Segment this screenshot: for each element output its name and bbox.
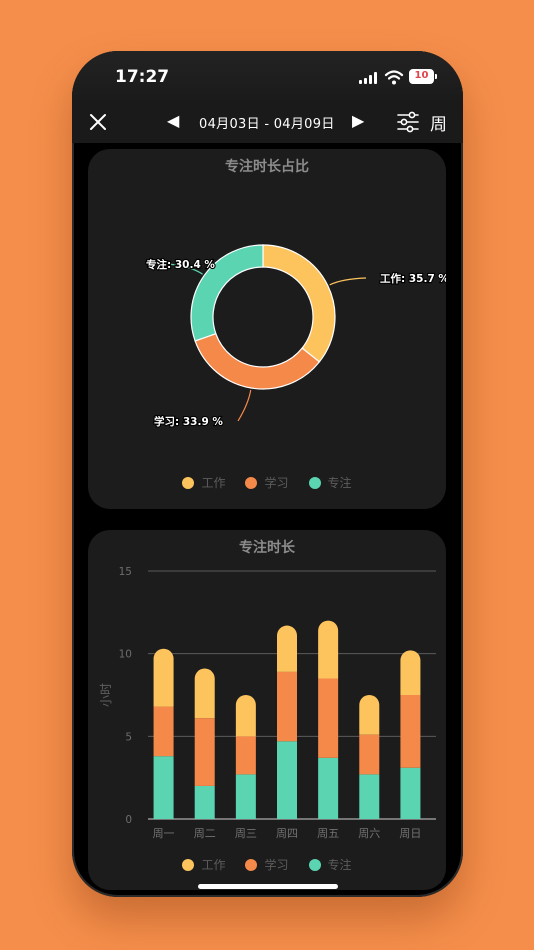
bar-seg-0-1[interactable]	[153, 706, 174, 757]
donut-leader-1	[237, 389, 252, 422]
legend-label-work: 工作	[201, 476, 226, 490]
donut-card: 专注时长占比 工作: 35.7 % 学习: 33.9 % 专注: 30.4 % 工作…	[88, 149, 446, 509]
x-tick-3: 周四	[276, 827, 298, 840]
legend-dot-study	[245, 476, 258, 489]
bar-group-4[interactable]	[318, 620, 339, 819]
bar-seg-5-1[interactable]	[359, 734, 380, 775]
bar-seg-2-1[interactable]	[235, 736, 256, 775]
donut-slice-1[interactable]	[194, 332, 321, 390]
bar-seg-6-2[interactable]	[400, 650, 421, 695]
bar-group-3[interactable]	[277, 625, 297, 819]
bar-legend-item-work[interactable]: 工作	[182, 856, 225, 873]
donut-chart: 工作: 35.7 % 学习: 33.9 % 专注: 30.4 %	[145, 244, 446, 429]
bar-seg-2-2[interactable]	[235, 695, 256, 737]
bar-seg-5-0[interactable]	[359, 774, 380, 819]
bar-group-0[interactable]	[153, 648, 174, 819]
x-tick-6: 周日	[399, 827, 421, 840]
legend-item-work[interactable]: 工作	[182, 474, 225, 491]
bar-seg-4-1[interactable]	[318, 678, 339, 758]
bar-legend-label-study: 学习	[264, 858, 289, 872]
sliders-icon[interactable]	[396, 110, 420, 134]
period-selector[interactable]: 周	[430, 110, 447, 135]
legend-item-study[interactable]: 学习	[245, 474, 289, 491]
x-tick-1: 周二	[194, 827, 216, 840]
bar-group-1[interactable]	[194, 668, 215, 819]
bar-chart: 0 5 10 15 小时周一 周二 周三 周四 周五 周六 周日	[99, 566, 436, 840]
bar-seg-3-0[interactable]	[277, 741, 297, 819]
triangle-right-icon[interactable]: ▶	[352, 111, 364, 130]
x-tick-2: 周三	[235, 827, 257, 840]
donut-slice-0[interactable]	[262, 244, 336, 363]
bar-seg-6-0[interactable]	[400, 767, 421, 819]
y-tick-1: 5	[125, 731, 132, 743]
donut-label-1: 学习: 33.9 %	[154, 415, 223, 428]
bar-legend-item-focus[interactable]: 专注	[308, 856, 352, 873]
bar-seg-3-2[interactable]	[277, 625, 297, 672]
battery-icon: 10	[409, 69, 434, 84]
y-tick-3: 15	[119, 566, 132, 578]
donut-label-0: 工作: 35.7 %	[380, 272, 446, 285]
bar-seg-0-2[interactable]	[153, 648, 174, 707]
signal-icon	[359, 72, 379, 84]
bar-seg-5-2[interactable]	[359, 695, 380, 735]
bar-legend-label-work: 工作	[201, 858, 226, 872]
bar-seg-1-2[interactable]	[194, 668, 215, 719]
bar-group-2[interactable]	[235, 695, 256, 819]
phone-frame: 17:27 10 ◀ 04月03日 - 04月09日 ▶ 周 专注时长占比 工作…	[72, 51, 463, 897]
home-indicator[interactable]	[198, 884, 338, 889]
bar-seg-1-0[interactable]	[194, 785, 215, 819]
legend-label-study: 学习	[264, 476, 289, 490]
battery-cap	[435, 74, 437, 79]
bar-legend-dot-study	[245, 858, 258, 871]
bar-legend: 工作 学习 专注	[88, 856, 446, 873]
bar-legend-dot-work	[182, 858, 195, 871]
triangle-left-icon[interactable]: ◀	[167, 111, 179, 130]
bar-legend-dot-focus	[308, 858, 321, 871]
bar-seg-3-1[interactable]	[277, 671, 297, 742]
wifi-icon	[384, 70, 404, 85]
donut-legend: 工作 学习 专注	[88, 474, 446, 491]
bar-seg-6-1[interactable]	[400, 695, 421, 768]
donut-leader-0	[329, 277, 367, 286]
donut-label-2: 专注: 30.4 %	[146, 258, 215, 271]
bar-group-5[interactable]	[359, 695, 380, 819]
bar-card: 专注时长 0 5 10 15 小时 周一 周二 周三 周四 周五 周六 周日 工作 学习 专注	[88, 530, 446, 890]
bar-seg-1-1[interactable]	[194, 718, 215, 786]
status-bar: 17:27 10	[72, 51, 463, 103]
legend-dot-work	[182, 476, 195, 489]
bar-seg-4-2[interactable]	[318, 620, 339, 679]
y-tick-2: 10	[119, 649, 132, 661]
bar-seg-4-0[interactable]	[318, 757, 339, 819]
date-range: 04月03日 - 04月09日	[199, 117, 335, 132]
x-tick-0: 周一	[153, 827, 175, 840]
bar-seg-2-0[interactable]	[235, 774, 256, 819]
bar-legend-item-study[interactable]: 学习	[245, 856, 289, 873]
bar-seg-0-0[interactable]	[153, 756, 174, 819]
bar-group-6[interactable]	[400, 650, 421, 819]
legend-label-focus: 专注	[327, 476, 352, 490]
x-tick-4: 周五	[317, 827, 339, 840]
bar-legend-label-focus: 专注	[327, 858, 352, 872]
close-icon[interactable]	[87, 111, 109, 133]
x-tick-5: 周六	[358, 827, 380, 840]
y-axis-label: 小时	[99, 683, 113, 707]
status-time: 17:27	[115, 67, 170, 87]
y-tick-0: 0	[125, 814, 132, 826]
legend-item-focus[interactable]: 专注	[308, 474, 352, 491]
nav-bar: ◀ 04月03日 - 04月09日 ▶ 周	[72, 103, 463, 143]
legend-dot-focus	[308, 476, 321, 489]
